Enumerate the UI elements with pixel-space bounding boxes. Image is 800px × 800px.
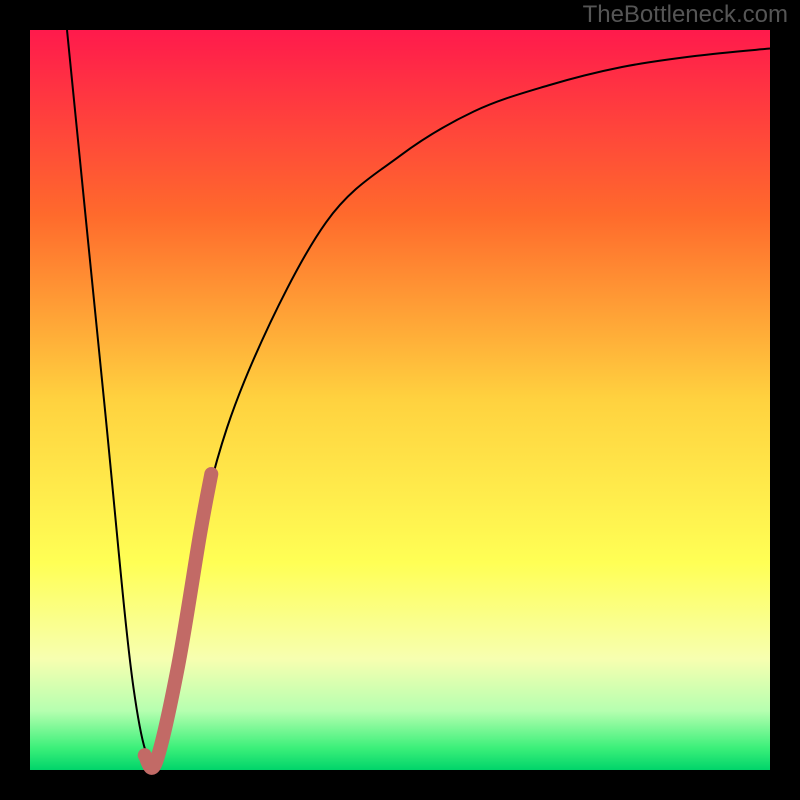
watermark-text: TheBottleneck.com [583,1,788,28]
chart-container: TheBottleneck.com [0,0,800,800]
plot-area [30,30,770,770]
chart-svg: TheBottleneck.com [0,0,800,800]
